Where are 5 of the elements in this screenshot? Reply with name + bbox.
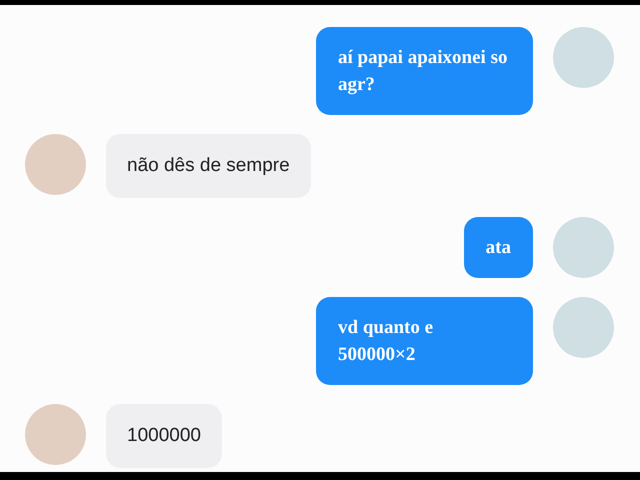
sent-message: ata — [464, 217, 533, 278]
sent-message: aí papai apaixonei so agr? — [316, 27, 533, 115]
received-message: não dês de sempre — [106, 134, 311, 198]
received-message: 1000000 — [106, 404, 222, 468]
sent-message: vd quanto e 500000×2 — [316, 297, 533, 385]
